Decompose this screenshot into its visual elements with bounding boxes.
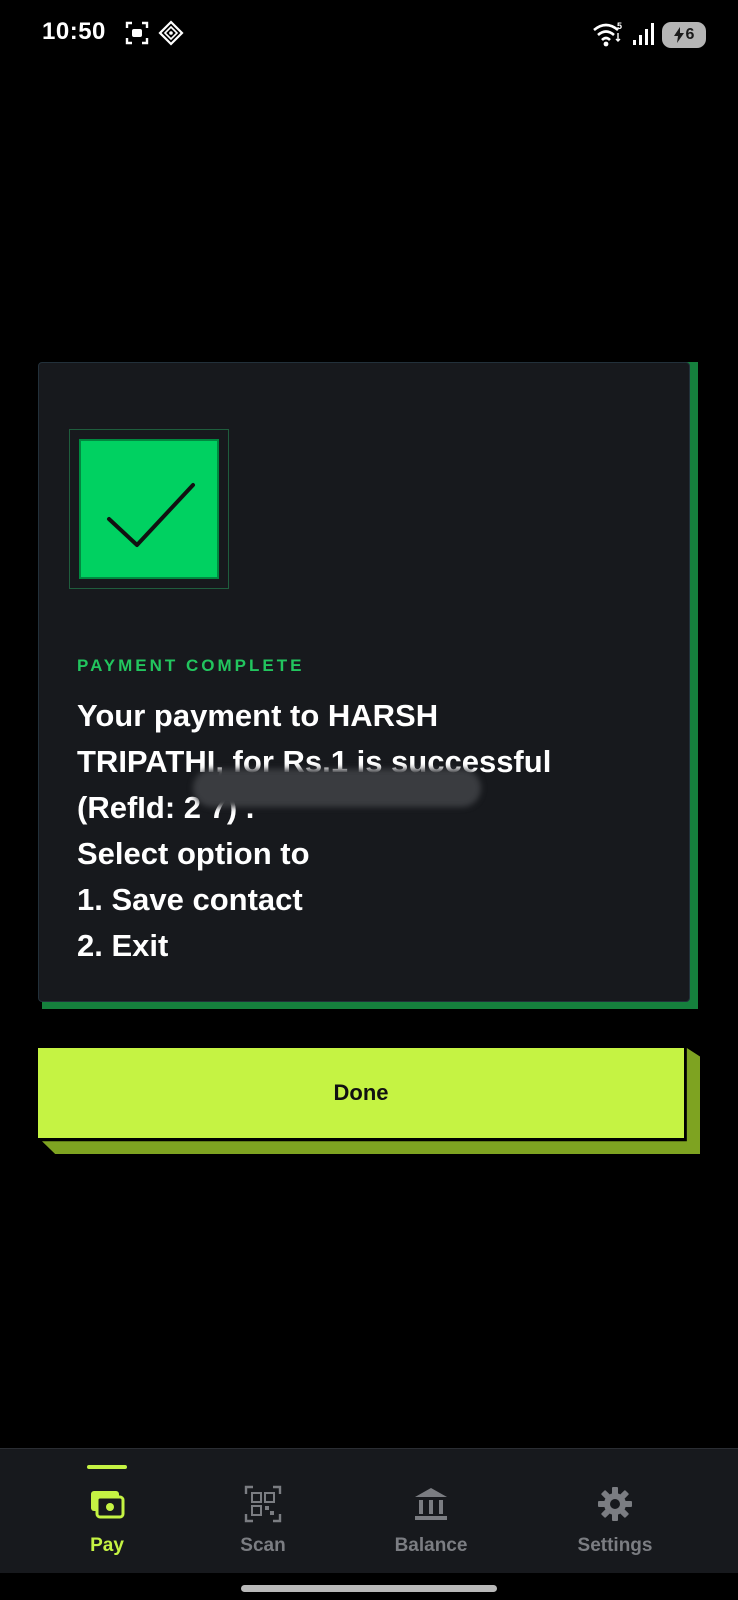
wallet-icon — [91, 1491, 125, 1519]
nav-label-balance: Balance — [394, 1535, 468, 1556]
battery-level: 6 — [685, 26, 695, 43]
success-icon-box — [79, 439, 219, 579]
redaction-mark — [193, 769, 481, 807]
nav-item-pay[interactable]: Pay — [32, 1449, 182, 1573]
signal-icon — [633, 23, 654, 45]
payment-status-label: PAYMENT COMPLETE — [77, 656, 305, 675]
screen-record-icon — [125, 21, 149, 45]
payment-result-card: PAYMENT COMPLETE Your payment to HARSH T… — [38, 362, 690, 1002]
done-button[interactable]: Done — [38, 1048, 684, 1138]
home-indicator[interactable] — [241, 1585, 497, 1592]
svg-text:5: 5 — [617, 21, 622, 31]
payment-message: Your payment to HARSH TRIPATHI, for Rs.1… — [77, 698, 552, 963]
status-time: 10:50 — [42, 18, 106, 45]
nav-label-settings: Settings — [577, 1535, 653, 1556]
battery-icon: 6 — [662, 22, 706, 48]
success-icon-frame — [69, 429, 229, 589]
wifi-icon: 5 — [593, 21, 622, 47]
status-bar: 10:50 5 6 — [0, 0, 738, 70]
nav-label-pay: Pay — [90, 1535, 124, 1556]
gear-icon — [598, 1487, 632, 1521]
data-saver-icon — [158, 20, 184, 46]
nav-active-indicator — [87, 1465, 127, 1469]
nav-label-scan: Scan — [240, 1535, 286, 1556]
bank-icon — [415, 1488, 447, 1520]
nav-item-settings[interactable]: Settings — [540, 1449, 690, 1573]
checkmark-icon — [107, 483, 195, 547]
charging-bolt-icon — [673, 27, 684, 43]
qr-scan-icon — [244, 1485, 282, 1523]
bottom-nav: Pay Scan Balance Settings — [0, 1448, 738, 1573]
nav-item-scan[interactable]: Scan — [188, 1449, 338, 1573]
nav-item-balance[interactable]: Balance — [356, 1449, 506, 1573]
